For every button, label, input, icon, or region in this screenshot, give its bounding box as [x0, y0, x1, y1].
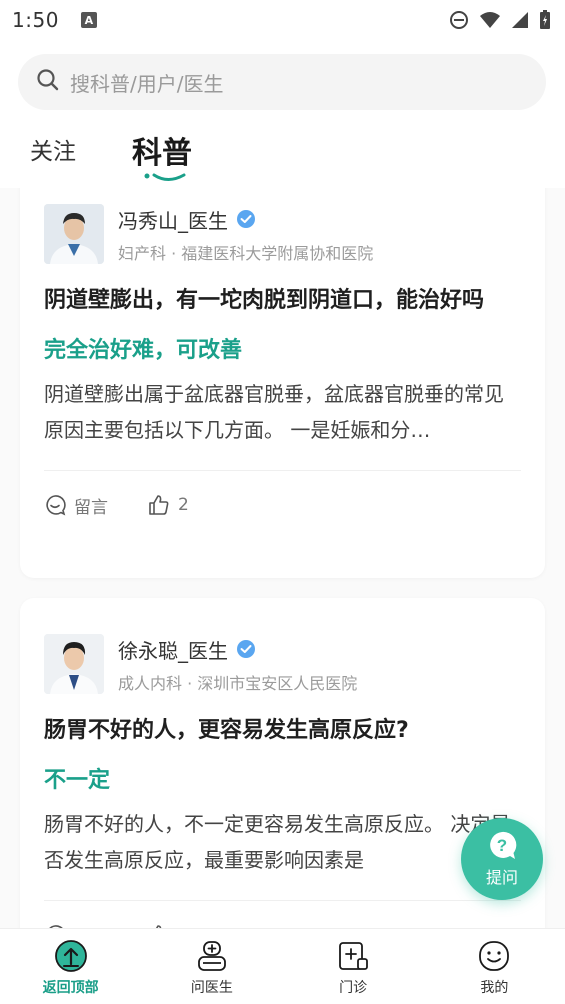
search-icon — [36, 68, 60, 96]
post-actions: 留言 点赞 — [44, 901, 521, 928]
like-count: 2 — [178, 495, 189, 515]
signal-icon — [511, 11, 529, 29]
doctor-avatar[interactable] — [44, 634, 104, 694]
doctor-name: 冯秀山_医生 — [118, 208, 228, 233]
post-actions: 留言 2 — [44, 471, 521, 539]
status-icons — [449, 10, 551, 30]
post-card[interactable]: 冯秀山_医生 妇产科 · 福建医科大学附属协和医院 阴道壁膨出，有一坨肉脱到阴道… — [20, 188, 545, 578]
tab-science[interactable]: 科普 — [132, 118, 192, 181]
verified-icon — [236, 639, 256, 659]
svg-text:?: ? — [497, 836, 507, 855]
feed-tabs: 关注 科普 — [0, 118, 565, 188]
doctor-avatar[interactable] — [44, 204, 104, 264]
wifi-icon — [479, 11, 501, 29]
verified-icon — [236, 209, 256, 229]
nav-ask-doctor-label: 问医生 — [190, 980, 233, 996]
like-button[interactable]: 2 — [148, 494, 189, 516]
nav-clinic-label: 门诊 — [339, 980, 368, 996]
nav-clinic[interactable]: 门诊 — [283, 929, 424, 1004]
doctor-row[interactable]: 冯秀山_医生 妇产科 · 福建医科大学附属协和医院 — [44, 204, 521, 264]
battery-icon — [539, 10, 551, 30]
post-title[interactable]: 阴道壁膨出，有一坨肉脱到阴道口，能治好吗 — [44, 282, 521, 320]
bottom-nav: 返回顶部 问医生 门诊 我的 — [0, 928, 565, 1004]
feed-list[interactable]: 冯秀山_医生 妇产科 · 福建医科大学附属协和医院 阴道壁膨出，有一坨肉脱到阴道… — [0, 188, 565, 928]
post-answer: 完全治好难，可改善 — [44, 338, 243, 363]
dnd-icon — [449, 10, 469, 30]
tab-science-label: 科普 — [132, 136, 192, 171]
nav-profile[interactable]: 我的 — [424, 929, 565, 1004]
notification-icon: A — [80, 12, 97, 28]
comment-label: 留言 — [74, 497, 108, 518]
question-bubble-icon: ? — [490, 831, 517, 859]
ask-question-label: 提问 — [485, 868, 518, 887]
post-title[interactable]: 肠胃不好的人，更容易发生高原反应? — [44, 712, 521, 750]
status-bar: 1:50 A — [0, 0, 565, 40]
tab-follow[interactable]: 关注 — [30, 118, 76, 166]
nav-profile-label: 我的 — [480, 980, 509, 996]
comment-button[interactable]: 留言 — [44, 493, 108, 518]
comment-icon — [46, 495, 66, 516]
doctor-name: 徐永聪_医生 — [118, 638, 228, 663]
post-body[interactable]: 阴道壁膨出属于盆底器官脱垂，盆底器官脱垂的常见原因主要包括以下几方面。 一是妊娠… — [44, 376, 521, 448]
thumbs-up-icon — [149, 495, 169, 515]
nav-back-to-top-label: 返回顶部 — [42, 980, 99, 996]
doctor-info: 妇产科 · 福建医科大学附属协和医院 — [118, 243, 374, 263]
tab-active-indicator — [144, 173, 186, 181]
clinic-icon — [339, 942, 369, 970]
nav-ask-doctor[interactable]: 问医生 — [141, 929, 282, 1004]
nav-back-to-top[interactable]: 返回顶部 — [0, 929, 141, 1004]
search-bar[interactable]: 搜科普/用户/医生 — [18, 54, 546, 110]
post-answer: 不一定 — [44, 768, 111, 793]
smiley-icon — [479, 941, 510, 971]
search-input[interactable]: 搜科普/用户/医生 — [70, 68, 223, 97]
status-time: 1:50 — [12, 8, 59, 32]
doctor-row[interactable]: 徐永聪_医生 成人内科 · 深圳市宝安区人民医院 — [44, 634, 521, 694]
post-body[interactable]: 肠胃不好的人，不一定更容易发生高原反应。 决定是否发生高原反应，最重要影响因素是 — [44, 806, 521, 878]
back-to-top-icon — [54, 940, 87, 972]
doctor-info: 成人内科 · 深圳市宝安区人民医院 — [118, 673, 358, 693]
ask-question-button[interactable]: ? 提问 — [461, 818, 543, 900]
doctor-icon — [197, 941, 226, 971]
